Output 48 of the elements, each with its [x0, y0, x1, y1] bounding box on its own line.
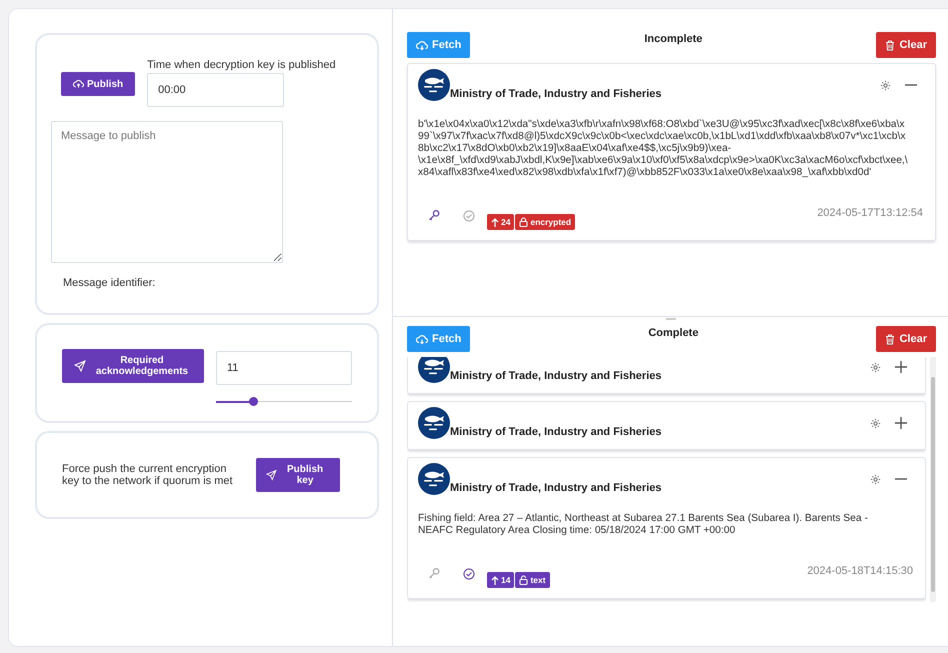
scrollbar[interactable]: [930, 357, 936, 602]
check-circle-icon[interactable]: [463, 210, 475, 222]
settings-icon[interactable]: [880, 80, 891, 90]
timestamp: 2024-05-18T14:15:30: [807, 565, 913, 577]
cloud-upload-icon: [73, 79, 84, 89]
required-acknowledgements-button[interactable]: Required acknowledgements: [62, 349, 204, 383]
message-field[interactable]: Message to publish: [51, 121, 283, 263]
settings-icon[interactable]: [870, 362, 881, 372]
time-field[interactable]: 00:00: [147, 73, 284, 107]
send-icon: [74, 360, 86, 372]
publish-key-button[interactable]: Publish key: [256, 458, 340, 492]
message-body: Fishing field: Area 27 – Atlantic, Northeast at Subarea 27.1 Barents Sea (Subarea I). Barents Sea - NEAFC Regulatory Area Closing time: 05/18/2024 17:00 GMT +00:00: [418, 513, 869, 537]
publish-button[interactable]: Publish: [61, 72, 136, 96]
time-label: Time when decryption key is published: [147, 59, 336, 71]
cloud-download-icon: [416, 334, 428, 344]
sender-name: Ministry of Trade, Industry and Fisheries: [450, 370, 662, 382]
trash-icon: [885, 40, 896, 50]
settings-icon[interactable]: [870, 418, 881, 428]
key-icon[interactable]: [428, 209, 441, 222]
split-handle[interactable]: [666, 318, 676, 320]
check-circle-icon[interactable]: [463, 568, 475, 580]
send-icon: [266, 469, 278, 481]
type-badge: encrypted: [515, 214, 576, 230]
count-badge: 14: [487, 572, 514, 588]
settings-icon[interactable]: [870, 474, 881, 484]
expand-icon[interactable]: [895, 361, 907, 373]
clear-button[interactable]: Clear: [876, 326, 936, 352]
section-title: Complete: [648, 327, 698, 339]
sender-name: Ministry of Trade, Industry and Fisheries: [450, 426, 662, 438]
fish-logo-icon: [418, 357, 450, 383]
count-badge: 24: [487, 214, 514, 230]
trash-icon: [885, 334, 896, 344]
timestamp: 2024-05-17T13:12:54: [817, 207, 923, 219]
sender-name: Ministry of Trade, Industry and Fisheries: [450, 88, 662, 100]
section-title: Incomplete: [644, 33, 702, 45]
slider-thumb[interactable]: [248, 397, 258, 406]
message-body: b'\x1e\x04x\xa0\x12\xda"s\xde\xa3\xfb\r\xafn\x98\xf68:O8\xbd`\xe3U@\x95\xc3f\xad\xec[\x8c\x8f\xe6\xba\x99`\x97\x7f\xac\x7f\xd8@l)5\xdcX9c\x9c\x0b<\xec\xdc\xae\xc0b,\x1bL\xd1\xdd\xfb\xaa\xb8\x07v*\xc1\xcb\x8b\xc2\x17\x8dO\xb0\xb2\x19]\x8aaE\x04\xaf\xe4$$,\xc5j\x9b9)\xea-\x1e\x8f_\xfd\xd9\xabJ\xbdl,K\x9e]\xab\xe6\x9a\x10\xf0\xf5\x8a\xdcp\x9e>\xa0K\xc3a\xacM6o\xcf\xbct\xee,\x84\xafl\x83f\xe4\xed\x82\x98\xdb\xfa\x1f\xf7)@\xbb852F\x033\x1a\xe0\x8e\xaa\x98_\xaf\xbb\xd0d': [418, 119, 909, 179]
expand-icon[interactable]: [895, 417, 907, 429]
fish-logo-icon: [418, 69, 450, 101]
type-badge: text: [515, 572, 550, 588]
acknowledgements-field[interactable]: 11: [216, 351, 352, 385]
sender-name: Ministry of Trade, Industry and Fisheries: [450, 482, 662, 494]
cloud-download-icon: [416, 40, 428, 50]
fish-logo-icon: [418, 463, 450, 495]
message-identifier-label: Message identifier:: [63, 277, 156, 289]
force-push-text: Force push the current encryption key to the network if quorum is met: [62, 463, 234, 487]
clear-button[interactable]: Clear: [876, 32, 936, 58]
fish-logo-icon: [418, 407, 450, 439]
